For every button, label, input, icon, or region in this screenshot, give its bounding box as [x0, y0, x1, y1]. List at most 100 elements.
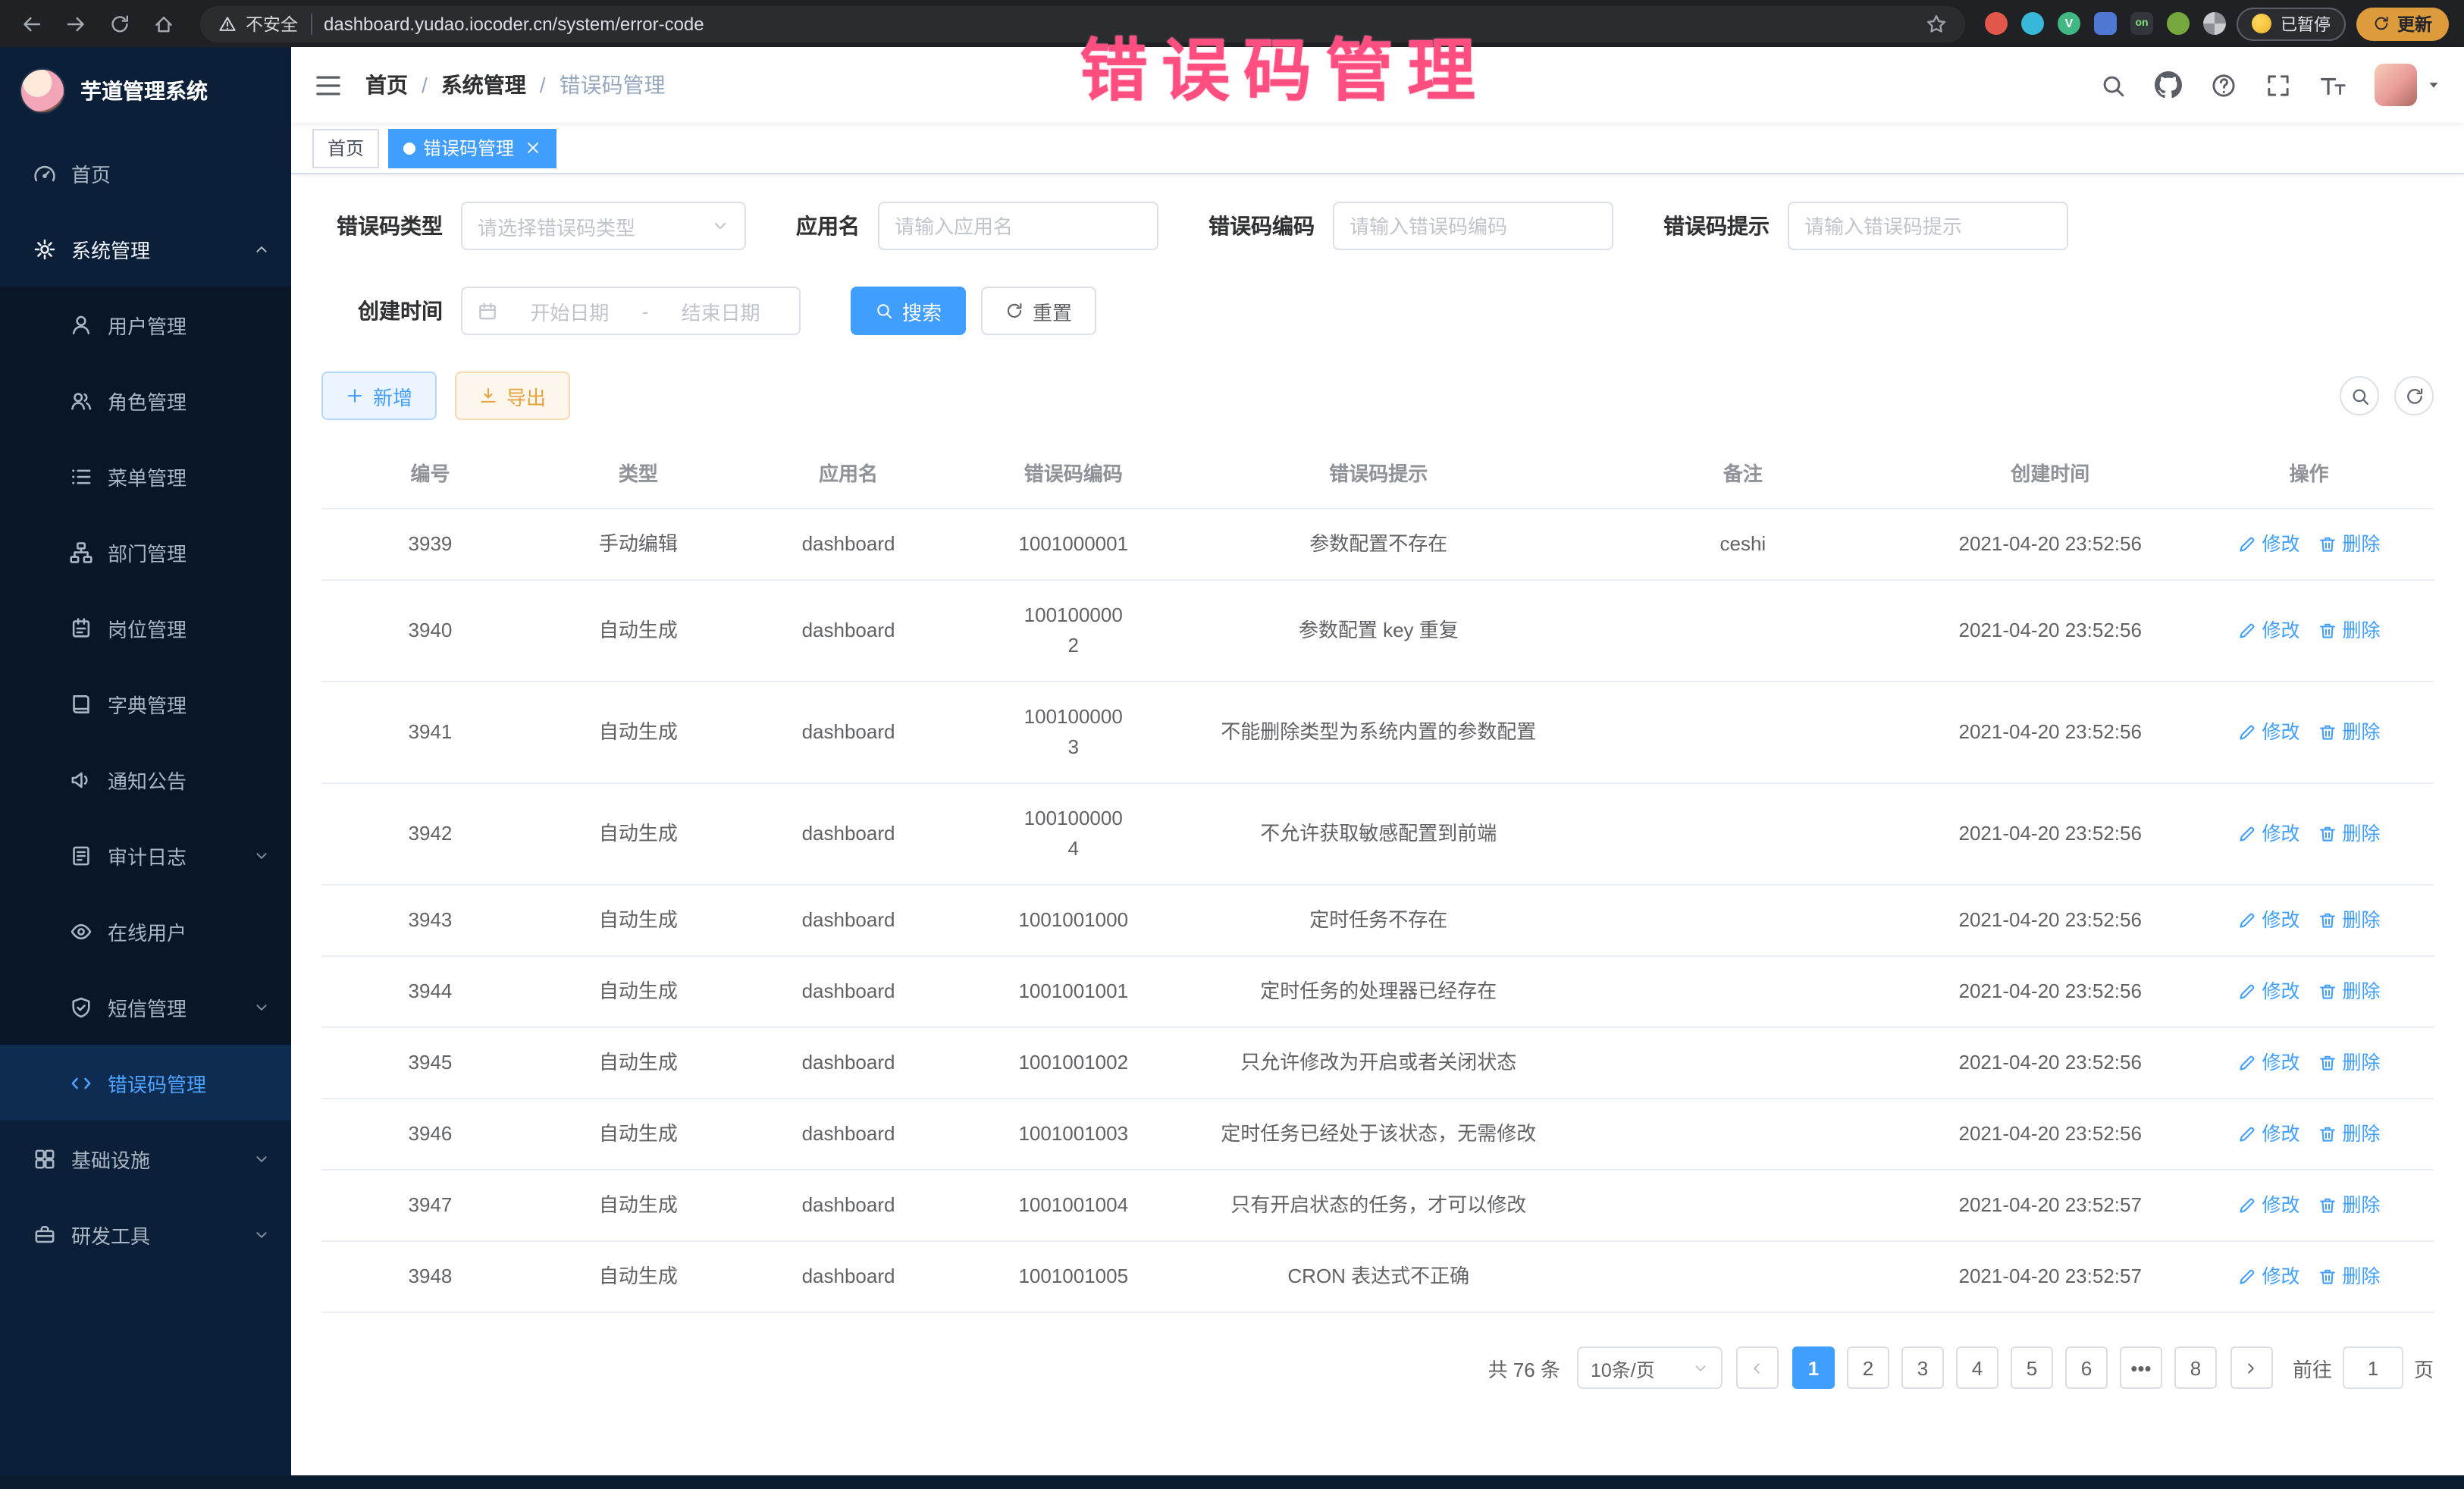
- avatar: [2375, 64, 2417, 106]
- home-button[interactable]: [147, 7, 180, 40]
- goto-page-input[interactable]: [2343, 1346, 2403, 1389]
- pager-page-1[interactable]: 1: [1792, 1346, 1835, 1389]
- sidebar-item-home[interactable]: 首页: [0, 135, 291, 211]
- sidebar-item-notice[interactable]: 通知公告: [0, 741, 291, 817]
- edit-link[interactable]: 修改: [2237, 905, 2299, 936]
- sidebar-item-audit[interactable]: 审计日志: [0, 817, 291, 893]
- users-icon: [70, 389, 92, 412]
- cell-code: 100100000 4: [959, 784, 1187, 884]
- pager-page-6[interactable]: 6: [2065, 1346, 2108, 1389]
- tab-home[interactable]: 首页: [312, 128, 379, 168]
- hamburger-icon[interactable]: [314, 71, 343, 99]
- pager-page-5[interactable]: 5: [2011, 1346, 2053, 1389]
- tab-error-code[interactable]: 错误码管理: [388, 128, 556, 168]
- browser-update-button[interactable]: 更新: [2356, 7, 2449, 40]
- user-menu[interactable]: [2375, 64, 2441, 106]
- extension-icon-teal[interactable]: [2021, 12, 2044, 35]
- edit-link[interactable]: 修改: [2237, 1190, 2299, 1221]
- sidebar-item-dept[interactable]: 部门管理: [0, 514, 291, 590]
- close-icon[interactable]: [525, 139, 541, 156]
- breadcrumb-item[interactable]: 系统管理: [441, 70, 526, 100]
- sidebar-item-dict[interactable]: 字典管理: [0, 666, 291, 741]
- pager-page-8[interactable]: 8: [2174, 1346, 2217, 1389]
- sidebar-item-menu[interactable]: 菜单管理: [0, 438, 291, 514]
- edit-link[interactable]: 修改: [2237, 616, 2299, 646]
- github-icon[interactable]: [2155, 71, 2182, 99]
- column-header: 类型: [539, 441, 738, 508]
- sidebar-item-system[interactable]: 系统管理: [0, 211, 291, 287]
- font-size-icon[interactable]: [2320, 72, 2346, 98]
- sidebar-item-sms[interactable]: 短信管理: [0, 969, 291, 1045]
- sidebar-item-user[interactable]: 用户管理: [0, 287, 291, 362]
- edit-link[interactable]: 修改: [2237, 1119, 2299, 1149]
- breadcrumb-item[interactable]: 首页: [365, 70, 408, 100]
- cell-type: 自动生成: [539, 1028, 738, 1098]
- extension-icon-red[interactable]: [1985, 12, 2008, 35]
- delete-link[interactable]: 删除: [2318, 529, 2380, 560]
- toggle-search-button[interactable]: [2340, 376, 2379, 415]
- sidebar-item-label: 用户管理: [108, 310, 270, 339]
- delete-link[interactable]: 删除: [2318, 1119, 2380, 1149]
- page-size-select[interactable]: 10条/页: [1577, 1346, 1723, 1389]
- fullscreen-icon[interactable]: [2265, 72, 2291, 98]
- export-button[interactable]: 导出: [455, 371, 570, 420]
- edit-link[interactable]: 修改: [2237, 976, 2299, 1007]
- help-icon[interactable]: [2211, 72, 2237, 98]
- delete-link[interactable]: 删除: [2318, 1190, 2380, 1221]
- date-range-picker[interactable]: 开始日期 - 结束日期: [461, 287, 801, 335]
- error-type-select[interactable]: 请选择错误码类型: [461, 202, 746, 250]
- extension-icon-pinwheel[interactable]: [2203, 12, 2226, 35]
- sidebar-item-infra[interactable]: 基础设施: [0, 1121, 291, 1196]
- address-divider: [310, 13, 312, 34]
- extension-icon-blue[interactable]: [2094, 12, 2117, 35]
- edit-link[interactable]: 修改: [2237, 1048, 2299, 1078]
- edit-icon: [2237, 911, 2256, 929]
- delete-link[interactable]: 删除: [2318, 905, 2380, 936]
- cell-time: 2021-04-20 23:52:57: [1916, 1171, 2184, 1240]
- prev-page-button[interactable]: [1736, 1346, 1779, 1389]
- error-code-input[interactable]: [1334, 203, 1612, 249]
- search-icon[interactable]: [2100, 72, 2126, 98]
- app-logo[interactable]: 芋道管理系统: [0, 47, 291, 135]
- delete-link[interactable]: 删除: [2318, 1262, 2380, 1292]
- edit-link[interactable]: 修改: [2237, 819, 2299, 849]
- back-button[interactable]: [15, 7, 49, 40]
- refresh-table-button[interactable]: [2394, 376, 2434, 415]
- edit-link[interactable]: 修改: [2237, 529, 2299, 560]
- reload-button[interactable]: [103, 7, 136, 40]
- security-label[interactable]: 不安全: [218, 11, 298, 36]
- delete-link[interactable]: 删除: [2318, 819, 2380, 849]
- search-button[interactable]: 搜索: [851, 287, 966, 335]
- delete-link[interactable]: 删除: [2318, 717, 2380, 748]
- edit-link[interactable]: 修改: [2237, 717, 2299, 748]
- extension-icon-on[interactable]: on: [2130, 12, 2153, 35]
- cell-actions: 修改删除: [2184, 1171, 2434, 1240]
- pager-page-4[interactable]: 4: [1956, 1346, 1998, 1389]
- forward-icon: [65, 13, 86, 34]
- sidebar-item-post[interactable]: 岗位管理: [0, 590, 291, 666]
- error-hint-input[interactable]: [1789, 203, 2067, 249]
- pager-page-3[interactable]: 3: [1901, 1346, 1944, 1389]
- sidebar-item-error-code[interactable]: 错误码管理: [0, 1045, 291, 1121]
- forward-button[interactable]: [59, 7, 92, 40]
- profile-paused-chip[interactable]: 已暂停: [2237, 7, 2346, 40]
- range-separator: -: [642, 299, 649, 322]
- next-page-button[interactable]: [2230, 1346, 2273, 1389]
- bookmark-star-icon[interactable]: [1926, 13, 1947, 34]
- vue-devtools-icon[interactable]: V: [2058, 12, 2080, 35]
- sidebar-item-online[interactable]: 在线用户: [0, 893, 291, 969]
- delete-link[interactable]: 删除: [2318, 976, 2380, 1007]
- delete-link[interactable]: 删除: [2318, 616, 2380, 646]
- reset-button[interactable]: 重置: [981, 287, 1096, 335]
- delete-link[interactable]: 删除: [2318, 1048, 2380, 1078]
- pager-more-button[interactable]: •••: [2120, 1346, 2162, 1389]
- pager-page-2[interactable]: 2: [1847, 1346, 1889, 1389]
- extension-icon-leaf[interactable]: [2167, 12, 2190, 35]
- add-button[interactable]: 新增: [321, 371, 437, 420]
- sidebar-item-devtools[interactable]: 研发工具: [0, 1196, 291, 1272]
- pager-pages: 123456 ••• 8: [1792, 1346, 2217, 1389]
- edit-link[interactable]: 修改: [2237, 1262, 2299, 1292]
- sidebar-item-role[interactable]: 角色管理: [0, 362, 291, 438]
- app-name-input[interactable]: [879, 203, 1157, 249]
- sidebar: 芋道管理系统 首页系统管理用户管理角色管理菜单管理部门管理岗位管理字典管理通知公…: [0, 47, 291, 1475]
